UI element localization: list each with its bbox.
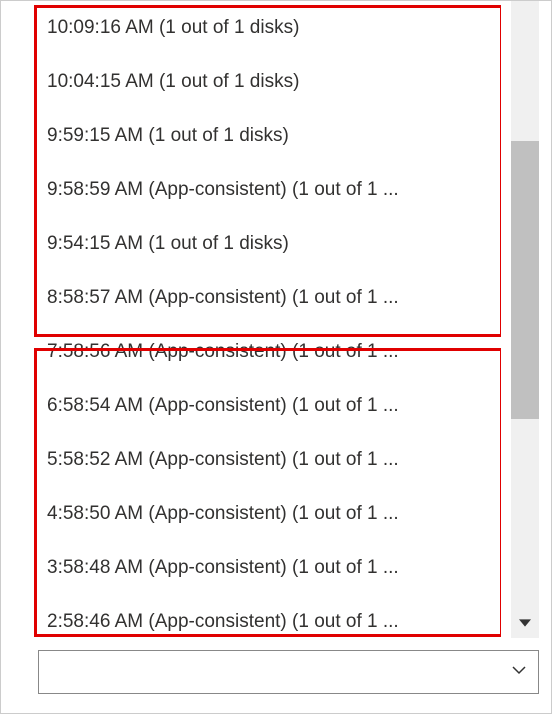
chevron-down-icon	[519, 616, 531, 634]
recovery-point-list: 10:09:16 AM (1 out of 1 disks) 10:04:15 …	[1, 1, 501, 638]
scrollbar-thumb[interactable]	[511, 141, 539, 419]
list-item[interactable]: 4:58:50 AM (App-consistent) (1 out of 1 …	[1, 487, 501, 541]
list-item[interactable]: 10:04:15 AM (1 out of 1 disks)	[1, 55, 501, 109]
list-item[interactable]: 8:58:57 AM (App-consistent) (1 out of 1 …	[1, 271, 501, 325]
list-item[interactable]: 2:58:46 AM (App-consistent) (1 out of 1 …	[1, 595, 501, 638]
panel-container: 10:09:16 AM (1 out of 1 disks) 10:04:15 …	[1, 1, 551, 713]
chevron-down-icon	[510, 661, 528, 684]
list-item[interactable]: 9:54:15 AM (1 out of 1 disks)	[1, 217, 501, 271]
list-item[interactable]: 9:59:15 AM (1 out of 1 disks)	[1, 109, 501, 163]
list-item[interactable]: 7:58:56 AM (App-consistent) (1 out of 1 …	[1, 325, 501, 379]
list-item[interactable]: 10:09:16 AM (1 out of 1 disks)	[1, 1, 501, 55]
list-item[interactable]: 3:58:48 AM (App-consistent) (1 out of 1 …	[1, 541, 501, 595]
dropdown-select[interactable]	[38, 650, 539, 694]
list-item[interactable]: 9:58:59 AM (App-consistent) (1 out of 1 …	[1, 163, 501, 217]
scroll-down-button[interactable]	[511, 612, 539, 638]
list-item[interactable]: 5:58:52 AM (App-consistent) (1 out of 1 …	[1, 433, 501, 487]
list-item[interactable]: 6:58:54 AM (App-consistent) (1 out of 1 …	[1, 379, 501, 433]
